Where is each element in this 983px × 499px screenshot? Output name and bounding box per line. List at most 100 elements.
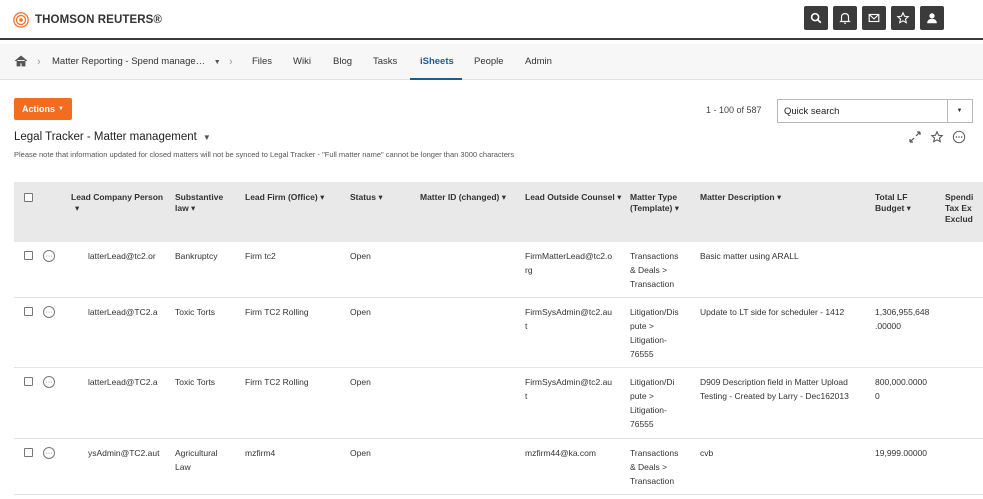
cell-status-line: Open <box>350 377 371 387</box>
column-lead-company-person[interactable]: Lead Company Person ▾ <box>71 192 163 214</box>
cell-status: Open <box>350 249 371 263</box>
cell-lead-firm: mzfirm4 <box>245 446 275 460</box>
tab-files[interactable]: Files <box>252 44 272 80</box>
caret-down-icon: ▼ <box>202 133 211 142</box>
search-button[interactable] <box>804 6 828 30</box>
home-link[interactable] <box>14 44 28 80</box>
cell-lead-person-line: latterLead@tc2.or <box>88 251 156 261</box>
column-spending[interactable]: Spendi Tax Ex Exclud <box>945 192 973 225</box>
chevron-down-icon: ▼ <box>213 59 221 66</box>
table-row[interactable]: ··· ysAdmin@TC2.aut Agricultural Law mzfirm4… <box>14 439 983 495</box>
column-total-lf-budget[interactable]: Total LF Budget ▾ <box>875 192 911 214</box>
cell-substantive-law: Agricultural Law <box>175 446 218 474</box>
cell-total-lf-budget-line: 800,000.0000 <box>875 377 927 387</box>
tab-isheets[interactable]: iSheets <box>420 44 454 80</box>
expand-icon[interactable] <box>908 130 922 146</box>
sheet-notice: Please note that information updated for… <box>14 150 515 159</box>
star-icon <box>896 11 910 24</box>
tab-people[interactable]: People <box>474 44 504 80</box>
cell-substantive-law-line: Toxic Torts <box>175 377 215 387</box>
cell-substantive-law: Toxic Torts <box>175 305 215 319</box>
cell-matter-type-line: Litigation/Dis <box>630 307 679 317</box>
row-checkbox[interactable] <box>24 307 33 316</box>
row-more-icon[interactable]: ··· <box>43 447 55 459</box>
navigation-bar: › Matter Reporting - Spend manage… ▼ › F… <box>0 44 983 80</box>
brand-name: THOMSON REUTERS® <box>35 14 162 26</box>
column-substantive-law[interactable]: Substantive law ▾ <box>175 192 223 214</box>
tab-tasks[interactable]: Tasks <box>373 44 397 80</box>
row-more-icon[interactable]: ··· <box>43 306 55 318</box>
column-label-line2: Budget ▾ <box>875 203 911 213</box>
cell-status: Open <box>350 375 371 389</box>
caret-down-icon: ▼ <box>956 108 963 114</box>
cell-matter-type: Transactions & Deals > Transaction <box>630 446 678 488</box>
cell-lead-person: latterLead@tc2.or <box>88 249 156 263</box>
breadcrumb-separator: › <box>229 56 233 68</box>
more-options-icon[interactable] <box>952 130 966 146</box>
cell-matter-type-line: & Deals > <box>630 265 668 275</box>
column-lead-firm[interactable]: Lead Firm (Office) ▾ <box>245 192 324 203</box>
tab-admin[interactable]: Admin <box>525 44 552 80</box>
column-label-line2: Tax Ex <box>945 203 972 213</box>
column-label: Status ▾ <box>350 192 383 202</box>
profile-button[interactable] <box>920 6 944 30</box>
table-row[interactable]: ··· latterLead@tc2.or Bankruptcy Firm tc2 Op… <box>14 242 983 298</box>
cell-matter-type: Litigation/Dis pute > Litigation- 76555 <box>630 305 679 361</box>
cell-matter-type-line: 76555 <box>630 349 654 359</box>
cell-total-lf-budget: 800,000.0000 0 <box>875 375 927 403</box>
column-status[interactable]: Status ▾ <box>350 192 383 203</box>
row-more-icon[interactable]: ··· <box>43 376 55 388</box>
column-label-line2: (Template) ▾ <box>630 203 679 213</box>
cell-lead-person: ysAdmin@TC2.aut <box>88 446 159 460</box>
cell-lead-person: latterLead@TC2.a <box>88 375 158 389</box>
favorite-star-icon[interactable] <box>930 130 944 146</box>
row-more-icon[interactable]: ··· <box>43 250 55 262</box>
column-matter-description[interactable]: Matter Description ▾ <box>700 192 781 203</box>
mail-icon <box>868 13 880 23</box>
table-row[interactable]: ··· latterLead@TC2.a Toxic Torts Firm TC2 R… <box>14 368 983 439</box>
column-label-line3: Exclud <box>945 214 973 224</box>
breadcrumb-matter-reporting[interactable]: Matter Reporting - Spend manage… ▼ <box>52 44 221 80</box>
cell-matter-type-line: Litigation- <box>630 405 667 415</box>
cell-lead-outside-counsel: FirmSysAdmin@tc2.au t <box>525 305 612 333</box>
cell-status-line: Open <box>350 448 371 458</box>
cell-matter-type-line: Transaction <box>630 476 675 486</box>
cell-total-lf-budget: 1,306,955,648 .00000 <box>875 305 929 333</box>
column-label: Matter Description ▾ <box>700 192 782 202</box>
messages-button[interactable] <box>862 6 886 30</box>
thomson-reuters-logo[interactable]: THOMSON REUTERS® <box>12 11 162 29</box>
actions-button[interactable]: Actions ▼ <box>14 98 72 120</box>
cell-matter-type-line: & Deals > <box>630 462 668 472</box>
cell-matter-description: cvb <box>700 446 713 460</box>
select-all-checkbox[interactable] <box>24 193 33 202</box>
cell-matter-description-line: D909 Description field in Matter Upload <box>700 377 848 387</box>
row-checkbox[interactable] <box>24 448 33 457</box>
column-label: Matter ID (changed) ▾ <box>420 192 506 202</box>
cell-lead-firm-line: Firm TC2 Rolling <box>245 307 309 317</box>
cell-substantive-law-line: Law <box>175 462 191 472</box>
tab-blog[interactable]: Blog <box>333 44 352 80</box>
column-matter-id[interactable]: Matter ID (changed) ▾ <box>420 192 506 203</box>
cell-matter-type: Litigation/Di pute > Litigation- 76555 <box>630 375 674 431</box>
favorites-button[interactable] <box>891 6 915 30</box>
row-checkbox[interactable] <box>24 251 33 260</box>
column-lead-outside-counsel[interactable]: Lead Outside Counsel ▾ <box>525 192 621 203</box>
sheet-title[interactable]: Legal Tracker - Matter management ▼ <box>14 131 211 143</box>
cell-matter-type-line: pute > <box>630 321 654 331</box>
row-checkbox[interactable] <box>24 377 33 386</box>
cell-matter-description-line: Testing - Created by Larry - Dec162013 <box>700 391 849 401</box>
quick-search-input[interactable] <box>777 99 948 123</box>
table-row[interactable]: ··· latterLead@TC2.a Toxic Torts Firm TC2 R… <box>14 298 983 368</box>
notifications-button[interactable] <box>833 6 857 30</box>
search-dropdown-button[interactable]: ▼ <box>947 99 973 123</box>
column-label: Substantive <box>175 192 224 202</box>
tab-wiki[interactable]: Wiki <box>293 44 311 80</box>
user-icon <box>927 13 937 24</box>
cell-status-line: Open <box>350 307 371 317</box>
cell-lead-outside-counsel-line: t <box>525 321 528 331</box>
cell-total-lf-budget-line: 1,306,955,648 <box>875 307 930 317</box>
column-matter-type[interactable]: Matter Type (Template) ▾ <box>630 192 679 214</box>
table-header: Lead Company Person ▾ Substantive law ▾ Le… <box>14 182 983 242</box>
cell-matter-type-line: Transaction <box>630 279 675 289</box>
top-bar: THOMSON REUTERS® <box>0 0 983 40</box>
